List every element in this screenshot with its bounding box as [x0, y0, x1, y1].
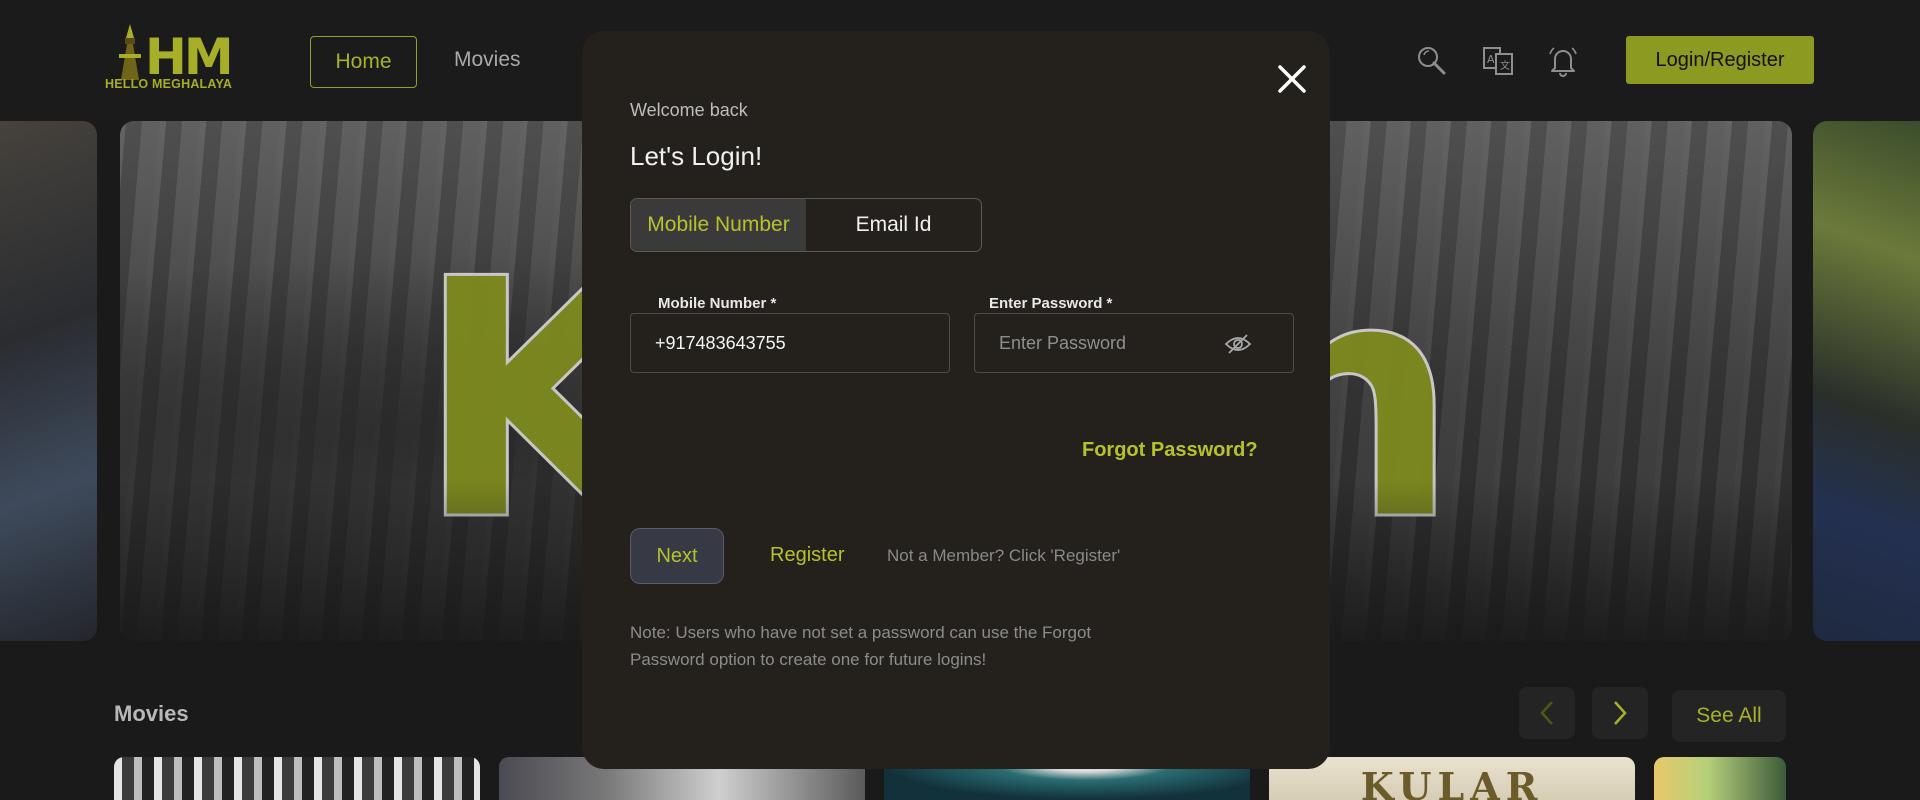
mobile-number-label: Mobile Number * [654, 295, 781, 312]
movie-thumbnail[interactable] [114, 757, 480, 800]
welcome-text: Welcome back [630, 100, 748, 120]
see-all-button[interactable]: See All [1672, 690, 1786, 742]
not-member-hint: Not a Member? Click 'Register' [887, 546, 1121, 565]
password-placeholder: Enter Password [999, 332, 1127, 353]
search-icon[interactable] [1415, 44, 1449, 78]
movies-section-title: Movies [114, 701, 189, 726]
password-label: Enter Password * [985, 295, 1117, 312]
password-note: Note: Users who have not set a password … [630, 623, 1092, 669]
hello-meghalaya-logo[interactable]: HM HELLO MEGHALAYA [105, 20, 271, 92]
hero-slide-previous[interactable] [0, 121, 97, 641]
chevron-right-icon [1614, 701, 1627, 725]
login-register-button[interactable]: Login/Register [1626, 36, 1814, 84]
login-method-toggle: Mobile Number Email Id [630, 198, 982, 252]
svg-text:文: 文 [1500, 59, 1510, 72]
bell-icon[interactable] [1546, 44, 1580, 78]
translate-icon[interactable]: A 文 [1481, 44, 1515, 78]
next-button[interactable]: Next [630, 528, 724, 584]
movie-thumbnail[interactable] [1654, 757, 1786, 800]
chevron-left-icon [1540, 701, 1553, 725]
mobile-number-value: +917483643755 [655, 332, 786, 353]
tab-email-id[interactable]: Email Id [806, 199, 981, 251]
eye-slash-icon[interactable] [1223, 332, 1253, 356]
nav-home[interactable]: Home [310, 36, 417, 88]
hero-slide-next[interactable] [1813, 121, 1920, 641]
tab-mobile-number[interactable]: Mobile Number [631, 199, 806, 251]
logo-mark: HM [145, 28, 234, 86]
logo-text: HELLO MEGHALAYA [105, 77, 233, 91]
mobile-number-input[interactable]: +917483643755 [630, 313, 950, 373]
nav-movies[interactable]: Movies [454, 48, 521, 72]
movie-thumbnail-title: KULAR [1360, 764, 1544, 800]
password-input[interactable]: Enter Password [974, 313, 1294, 373]
svg-text:A: A [1487, 53, 1495, 66]
close-icon[interactable] [1274, 61, 1310, 97]
register-link[interactable]: Register [770, 544, 844, 567]
movie-thumbnail[interactable]: KULAR [1269, 757, 1635, 800]
carousel-prev-button[interactable] [1519, 687, 1575, 739]
modal-title: Let's Login! [630, 141, 763, 171]
carousel-next-button[interactable] [1592, 687, 1648, 739]
forgot-password-link[interactable]: Forgot Password? [1082, 439, 1258, 462]
login-modal: Welcome back Let's Login! Mobile Number … [582, 31, 1330, 769]
